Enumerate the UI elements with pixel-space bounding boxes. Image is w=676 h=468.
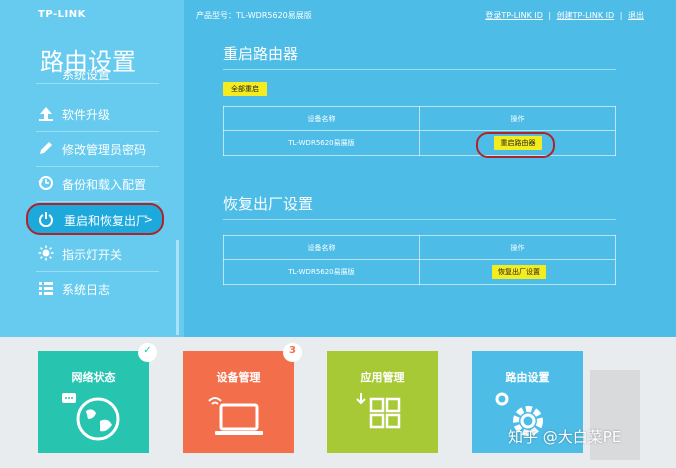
- tile-label: 网络状态: [71, 371, 116, 384]
- tile-network-status[interactable]: 网络状态 ✓: [38, 343, 157, 453]
- col-action: 操作: [419, 106, 616, 131]
- device-name: TL-WDR5620易展版: [223, 130, 420, 156]
- sidebar-item-reboot[interactable]: 重启和恢复出厂 >: [26, 203, 164, 235]
- link-separator: |: [548, 11, 552, 20]
- divider: [223, 219, 616, 220]
- divider: [223, 69, 616, 70]
- sidebar-item-label: 软件升级: [62, 108, 111, 122]
- table-row: TL-WDR5620易展版 恢复出厂设置: [223, 259, 616, 285]
- sidebar: TP-LINK 路由设置 系统设置 软件升级 修改管理员密码 备份和载入配置 重…: [0, 0, 184, 337]
- col-device: 设备名称: [223, 106, 420, 131]
- reset-table: 设备名称 操作 TL-WDR5620易展版 恢复出厂设置: [223, 235, 616, 285]
- sidebar-item-label: 系统日志: [62, 283, 111, 297]
- count-badge: 3: [283, 343, 302, 362]
- create-id-link[interactable]: 创建TP-LINK ID: [557, 11, 615, 20]
- table-header: 设备名称 操作: [223, 235, 616, 260]
- reboot-table: 设备名称 操作 TL-WDR5620易展版 重启路由器: [223, 106, 616, 156]
- sidebar-item-label: 系统设置: [62, 70, 111, 82]
- power-icon: [39, 212, 53, 227]
- globe-icon: [62, 393, 120, 441]
- sidebar-scrollbar[interactable]: [176, 240, 179, 335]
- main-panel: TP-LINK 路由设置 系统设置 软件升级 修改管理员密码 备份和载入配置 重…: [0, 0, 676, 337]
- logout-link[interactable]: 退出: [628, 11, 644, 20]
- tplink-logo: TP-LINK: [38, 9, 86, 20]
- reboot-section-title: 重启路由器: [223, 45, 299, 63]
- pencil-icon: [40, 142, 52, 154]
- table-header: 设备名称 操作: [223, 106, 616, 131]
- light-icon: [38, 245, 54, 261]
- sidebar-item-led[interactable]: 指示灯开关: [36, 237, 159, 272]
- laptop-icon: [208, 397, 263, 435]
- login-link[interactable]: 登录TP-LINK ID: [485, 11, 543, 20]
- reboot-all-button[interactable]: 全部重启: [223, 82, 267, 96]
- sidebar-item-syslog[interactable]: 系统日志: [36, 272, 159, 307]
- col-device: 设备名称: [223, 235, 420, 260]
- highlight-ring: [476, 132, 555, 158]
- sidebar-item-backup[interactable]: 备份和载入配置: [36, 167, 159, 202]
- tile-label: 设备管理: [216, 371, 261, 384]
- upload-icon: [39, 107, 53, 121]
- link-separator: |: [619, 11, 623, 20]
- factory-reset-button[interactable]: 恢复出厂设置: [492, 265, 546, 279]
- check-badge: ✓: [138, 343, 157, 362]
- sidebar-item-firmware[interactable]: 软件升级: [36, 97, 159, 132]
- tile-app-management[interactable]: 应用管理: [327, 351, 438, 453]
- apps-icon: [356, 393, 401, 429]
- watermark: 知乎 @大白菜PE: [508, 428, 622, 446]
- device-name: TL-WDR5620易展版: [223, 259, 420, 285]
- tile-device-management[interactable]: 设备管理 3: [183, 343, 302, 453]
- sidebar-item-label: 修改管理员密码: [62, 143, 147, 157]
- action-cell: 恢复出厂设置: [419, 259, 616, 285]
- product-model: 产品型号：TL-WDR5620易展版: [196, 11, 312, 20]
- tile-label: 路由设置: [505, 371, 550, 384]
- sidebar-item-label: 指示灯开关: [62, 248, 123, 262]
- header-links: 登录TP-LINK ID | 创建TP-LINK ID | 退出: [485, 10, 644, 21]
- table-row: TL-WDR5620易展版 重启路由器: [223, 130, 616, 156]
- col-action: 操作: [419, 235, 616, 260]
- reset-section-title: 恢复出厂设置: [223, 195, 314, 213]
- sidebar-item-label: 重启和恢复出厂: [64, 214, 149, 228]
- restore-icon: [38, 176, 53, 190]
- sidebar-item-label: 备份和载入配置: [62, 178, 147, 192]
- chevron-right-icon: >: [143, 213, 153, 226]
- tile-label: 应用管理: [360, 371, 405, 384]
- sidebar-item-password[interactable]: 修改管理员密码: [36, 132, 159, 167]
- list-icon: [39, 282, 53, 295]
- sidebar-item-system[interactable]: 系统设置: [36, 70, 159, 84]
